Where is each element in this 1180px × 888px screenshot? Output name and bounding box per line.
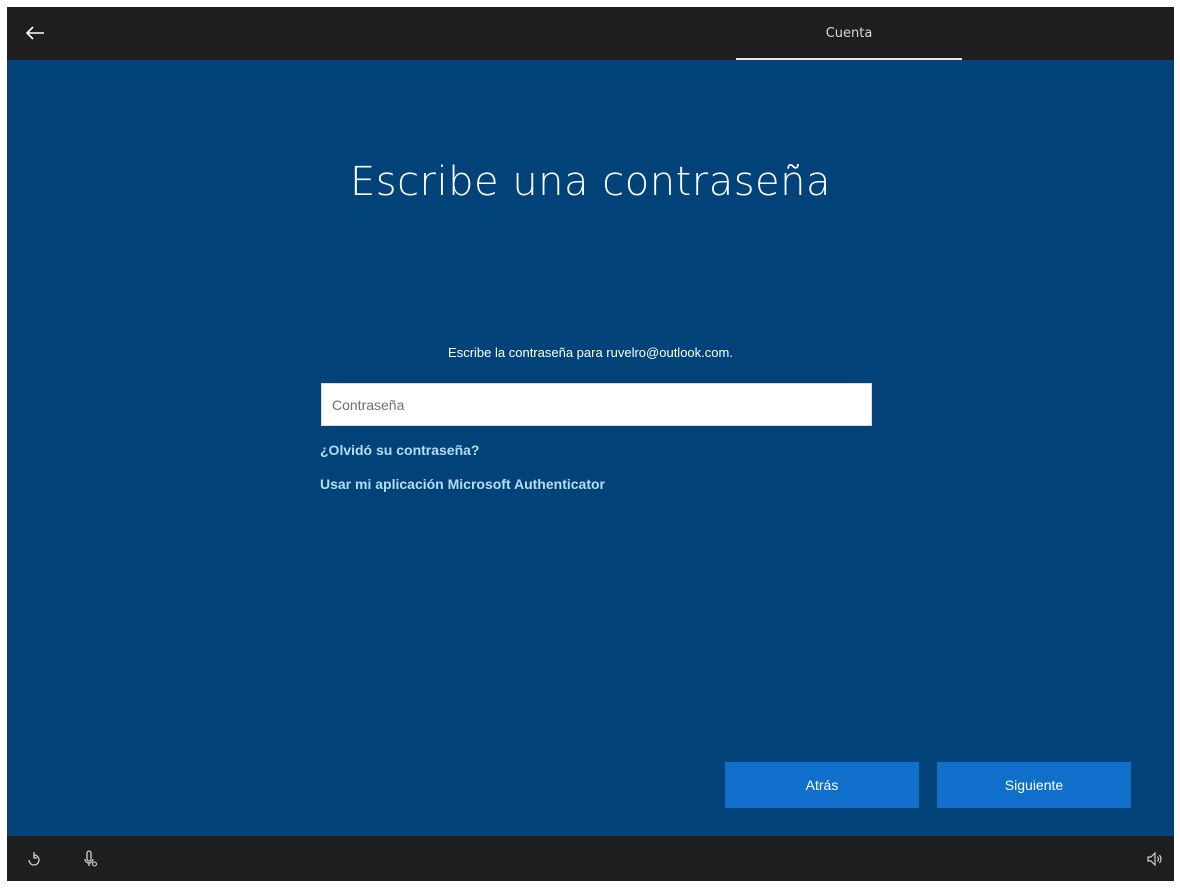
back-button[interactable] xyxy=(13,13,57,53)
tab-selected-indicator xyxy=(736,58,962,60)
top-bar: Cuenta xyxy=(7,7,1174,60)
microphone-button[interactable] xyxy=(78,847,102,871)
tab-cuenta[interactable]: Cuenta xyxy=(736,7,962,60)
ease-of-access-button[interactable] xyxy=(22,847,46,871)
password-input[interactable] xyxy=(321,383,872,426)
password-prompt: Escribe la contraseña para ruvelro@outlo… xyxy=(448,345,733,360)
bottom-bar xyxy=(7,836,1174,881)
volume-icon xyxy=(1147,852,1162,866)
next-button[interactable]: Siguiente xyxy=(937,762,1131,808)
forgot-password-link[interactable]: ¿Olvidó su contraseña? xyxy=(320,442,479,458)
page-title: Escribe una contraseña xyxy=(349,159,832,205)
volume-button[interactable] xyxy=(1143,847,1167,871)
ease-of-access-icon xyxy=(28,852,40,866)
back-arrow-icon xyxy=(25,26,44,40)
microphone-icon xyxy=(84,850,98,867)
setup-window: Cuenta Escribe una contraseña Escribe la… xyxy=(7,7,1174,881)
back-nav-button[interactable]: Atrás xyxy=(725,762,919,808)
authenticator-link[interactable]: Usar mi aplicación Microsoft Authenticat… xyxy=(320,476,605,492)
